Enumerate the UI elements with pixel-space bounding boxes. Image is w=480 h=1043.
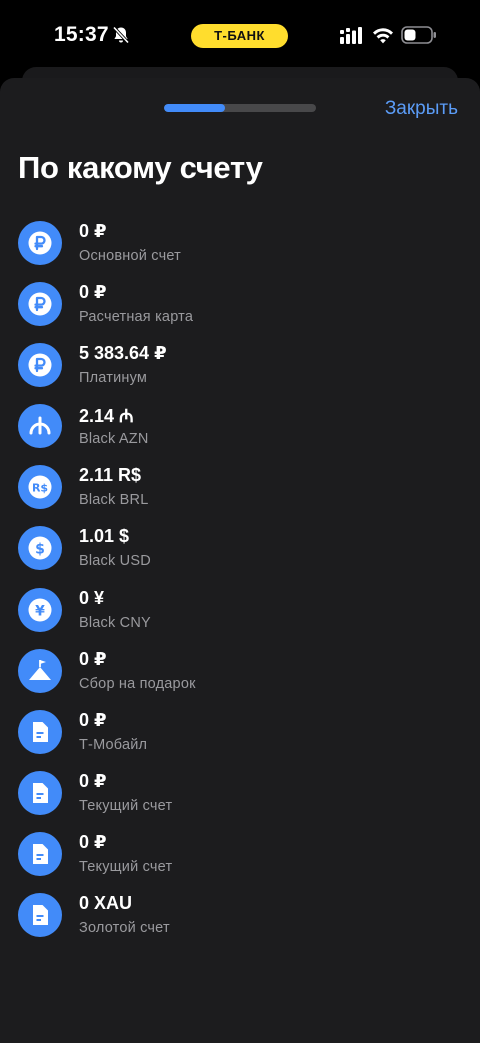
manat-icon — [18, 404, 62, 449]
account-balance: 0 ¥ — [79, 587, 105, 608]
account-name: Т-Мобайл — [79, 736, 148, 753]
account-row-current-1[interactable]: 0 ₽ Текущий счет — [0, 768, 480, 829]
account-name: Платинум — [79, 370, 148, 387]
account-balance: 2.11 R$ — [79, 465, 142, 486]
account-name: Золотой счет — [79, 920, 170, 937]
wifi-icon — [372, 26, 394, 44]
svg-text:R$: R$ — [32, 482, 48, 495]
account-row-gold[interactable]: 0 XAU Золотой счет — [0, 890, 480, 951]
account-balance: 0 ₽ — [79, 282, 107, 303]
account-row-black-usd[interactable]: $ 1.01 $ Black USD — [0, 523, 480, 584]
account-name: Black USD — [79, 553, 151, 570]
account-balance: 0 XAU — [79, 893, 133, 914]
real-icon: R$ — [18, 465, 62, 510]
account-row-current-2[interactable]: 0 ₽ Текущий счет — [0, 829, 480, 890]
account-name: Расчетная карта — [79, 309, 194, 326]
yuan-icon: ¥ — [18, 587, 62, 632]
account-list: 0 ₽ Основной счет 0 ₽ Расчетная карта 5 … — [0, 218, 480, 951]
account-name: Black AZN — [79, 431, 149, 448]
account-picker-sheet: Закрыть По какому счету 0 ₽ Основной сче… — [0, 78, 480, 1043]
bell-muted-icon — [111, 25, 131, 45]
cellular-signal-icon — [340, 27, 362, 44]
dollar-icon: $ — [18, 526, 62, 571]
status-time: 15:37 — [54, 23, 109, 46]
account-name: Текущий счет — [79, 858, 173, 875]
account-balance: 0 ₽ — [79, 831, 107, 852]
account-balance: 5 383.64 ₽ — [79, 343, 167, 364]
mountain-flag-icon — [18, 648, 62, 693]
status-bar: 15:37 Т-БАНК — [0, 0, 480, 70]
bank-indicator: Т-БАНК — [191, 24, 288, 48]
account-name: Black BRL — [79, 492, 149, 509]
account-balance: 1.01 $ — [79, 526, 130, 547]
svg-text:$: $ — [35, 542, 45, 558]
ruble-icon — [18, 343, 62, 388]
document-icon — [18, 770, 62, 815]
account-balance: 2.14 ₼ — [79, 406, 134, 427]
document-icon — [18, 709, 62, 754]
account-row-main[interactable]: 0 ₽ Основной счет — [0, 218, 480, 279]
ruble-icon — [18, 221, 62, 265]
document-icon — [18, 893, 62, 938]
document-icon — [18, 831, 62, 876]
account-row-t-mobile[interactable]: 0 ₽ Т-Мобайл — [0, 707, 480, 768]
account-balance: 0 ₽ — [79, 648, 107, 669]
account-row-gift-fund[interactable]: 0 ₽ Сбор на подарок — [0, 646, 480, 707]
account-balance: 0 ₽ — [79, 221, 107, 241]
progress-bar — [164, 104, 316, 112]
account-name: Сбор на подарок — [79, 675, 196, 692]
close-button[interactable]: Закрыть — [385, 98, 458, 120]
account-row-settlement-card[interactable]: 0 ₽ Расчетная карта — [0, 279, 480, 340]
svg-text:¥: ¥ — [35, 603, 45, 619]
account-name: Black CNY — [79, 614, 151, 631]
ruble-icon — [18, 282, 62, 327]
account-name: Основной счет — [79, 248, 181, 264]
page-title: По какому счету — [18, 150, 263, 185]
account-name: Текущий счет — [79, 797, 173, 814]
account-balance: 0 ₽ — [79, 709, 107, 730]
battery-icon — [401, 26, 437, 44]
account-balance: 0 ₽ — [79, 770, 107, 791]
account-row-black-cny[interactable]: ¥ 0 ¥ Black CNY — [0, 585, 480, 646]
account-row-black-brl[interactable]: R$ 2.11 R$ Black BRL — [0, 462, 480, 523]
progress-fill — [164, 104, 225, 112]
account-row-black-azn[interactable]: 2.14 ₼ Black AZN — [0, 401, 480, 462]
account-row-platinum[interactable]: 5 383.64 ₽ Платинум — [0, 340, 480, 401]
